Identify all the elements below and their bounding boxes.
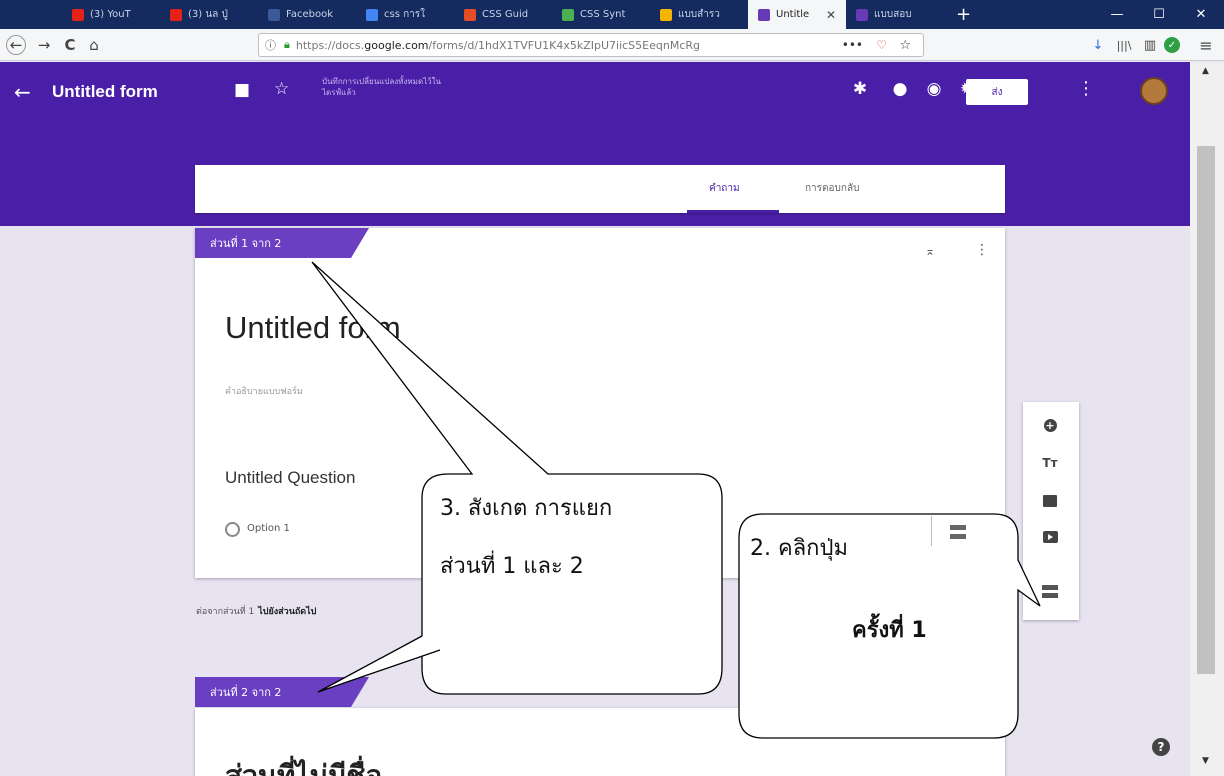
callout-divider	[931, 516, 932, 546]
callout-overlay	[311, 261, 1041, 739]
add-section-icon-illustration	[950, 525, 966, 539]
callout-2-line1: 2. คลิกปุ่ม	[750, 536, 848, 561]
callout-3-bubble	[311, 261, 723, 695]
callout-3-line1: 3. สังเกต การแยก	[440, 496, 613, 521]
callout-2-line2: ครั้งที่ 1	[852, 618, 927, 643]
callout-3-line2: ส่วนที่ 1 และ 2	[440, 554, 584, 579]
